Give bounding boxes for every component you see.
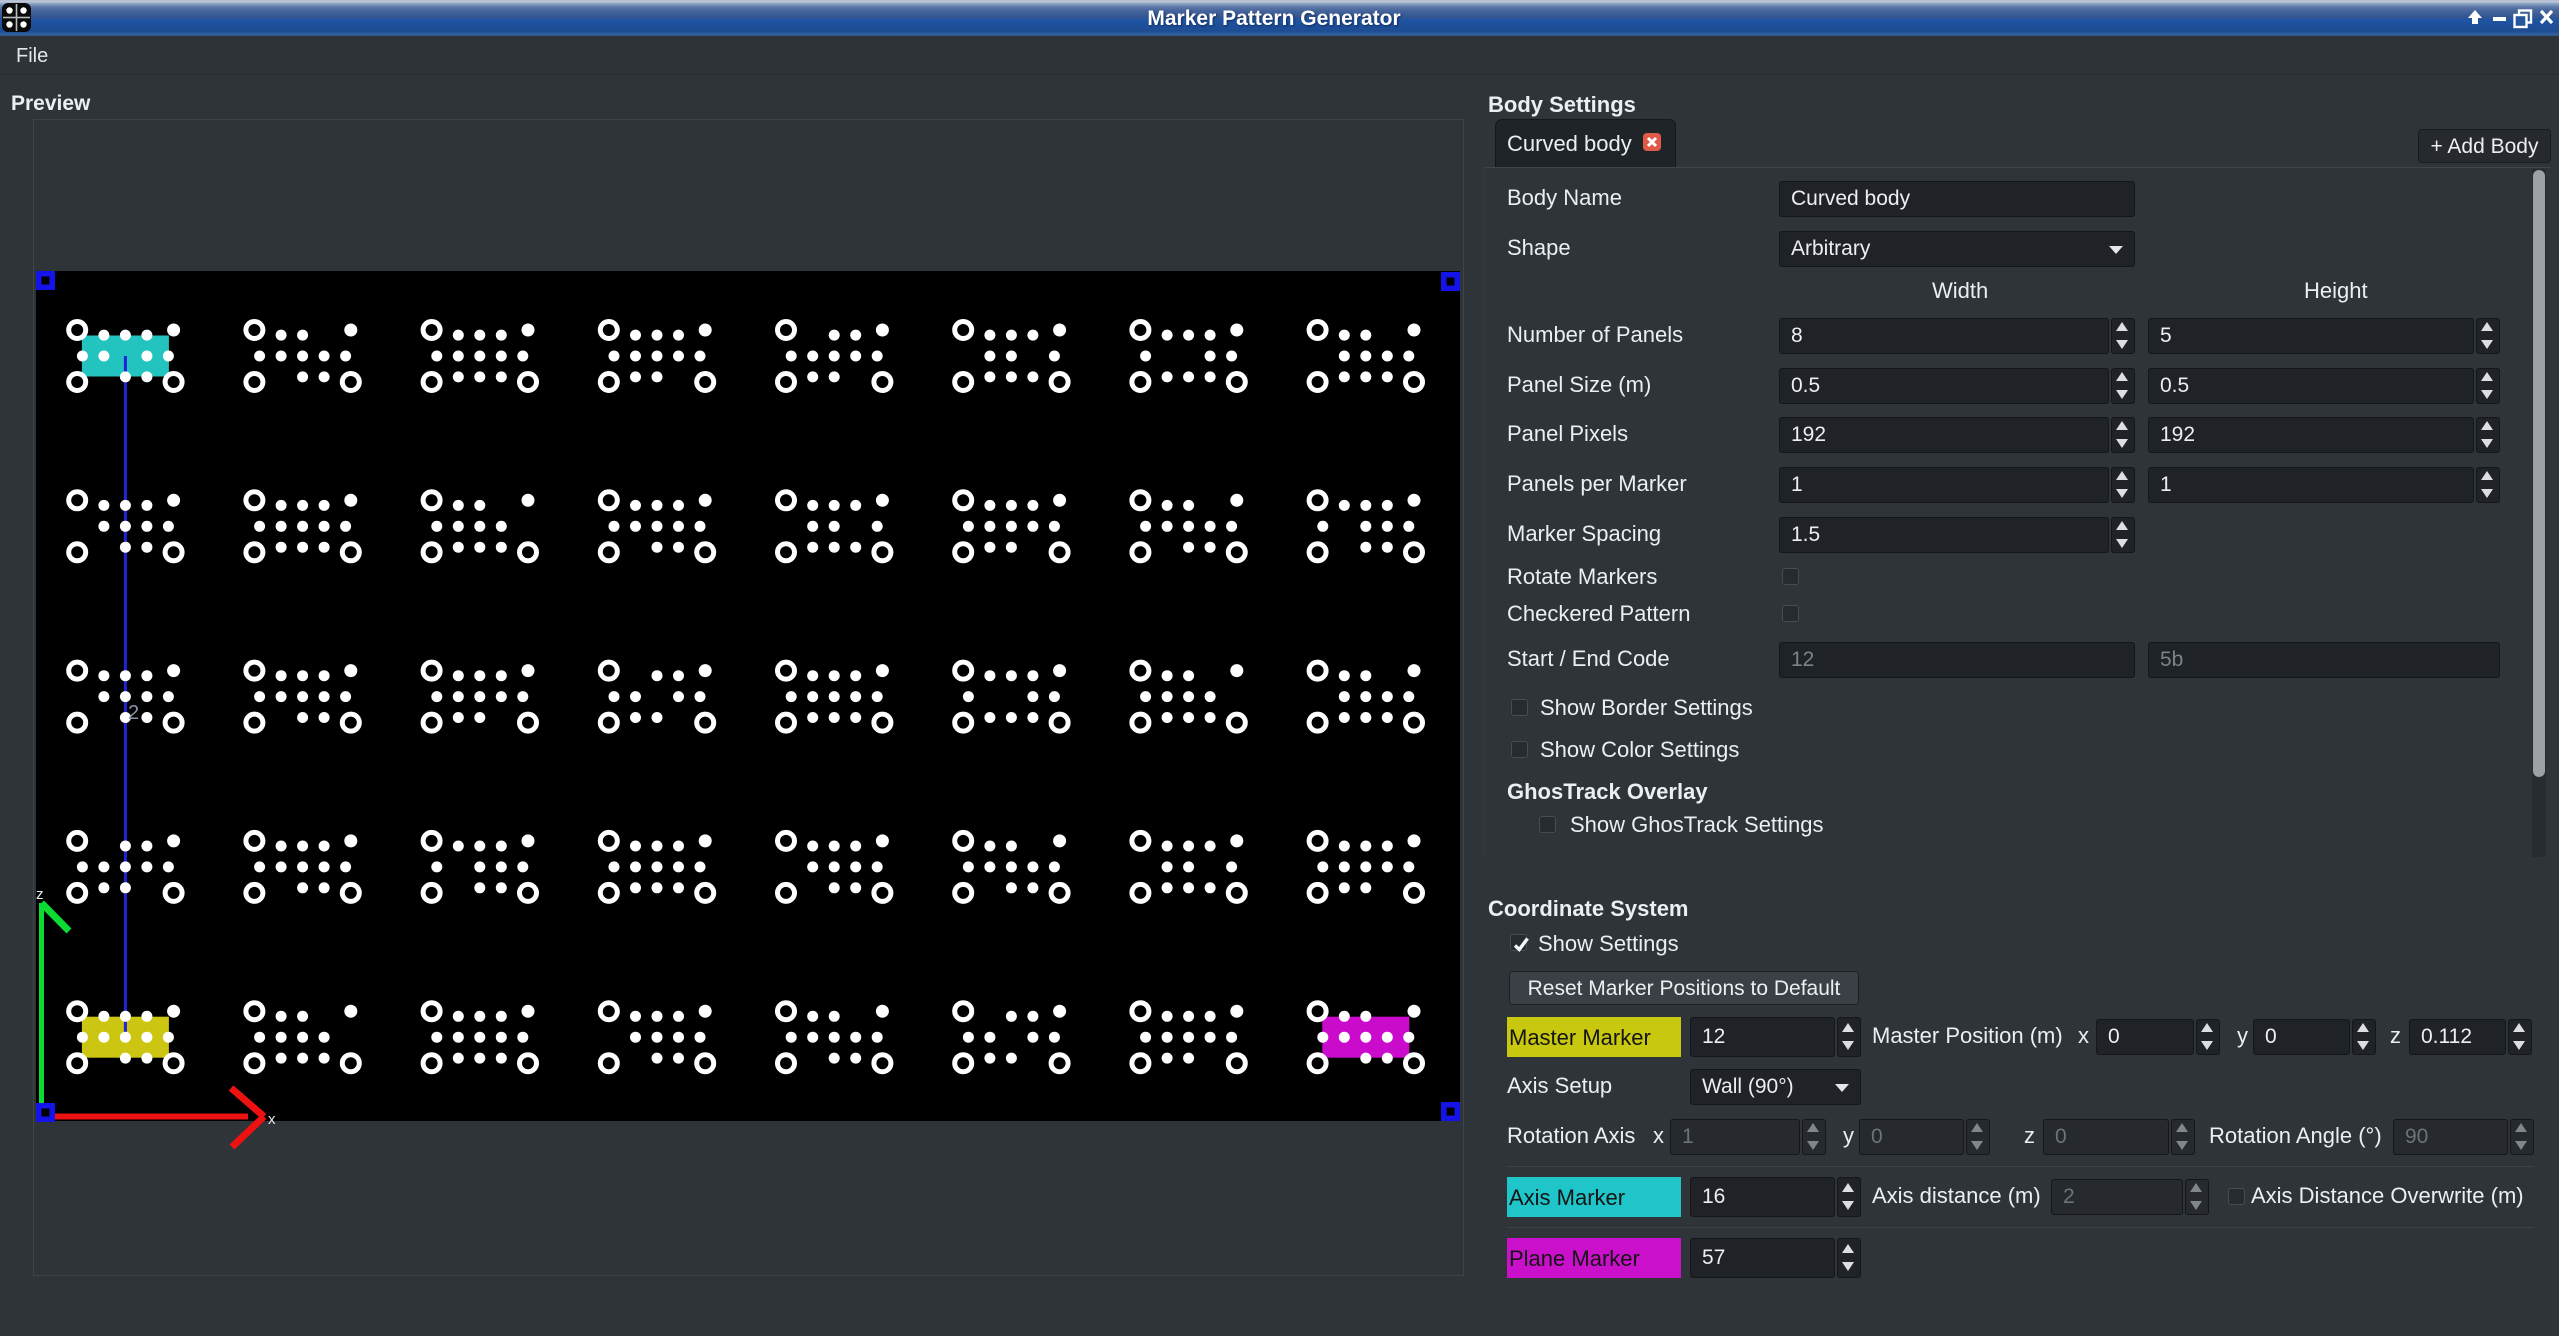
- svg-text:z: z: [36, 886, 44, 903]
- svg-text:2: 2: [128, 702, 139, 724]
- svg-text:x: x: [268, 1111, 276, 1128]
